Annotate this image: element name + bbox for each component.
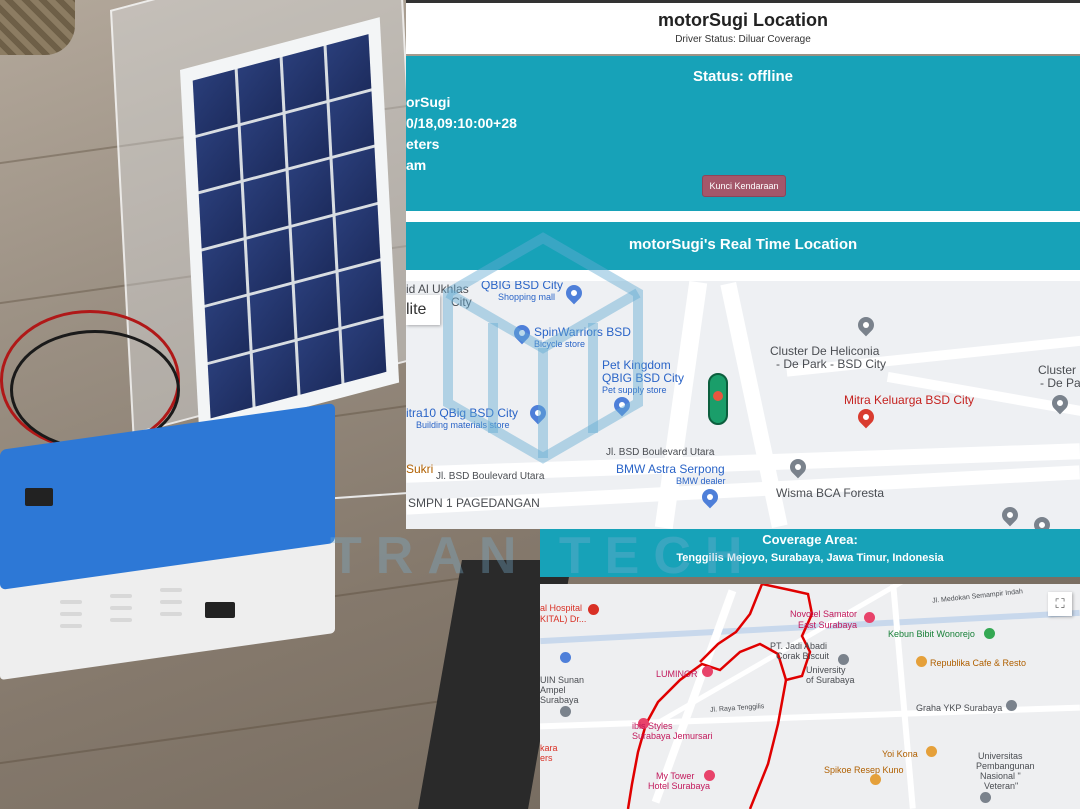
hospital-pin-icon[interactable] <box>588 604 599 615</box>
realtime-location-title: motorSugi's Real Time Location <box>406 222 1080 270</box>
solar-panel <box>180 17 400 436</box>
map-label: Kebun Bibit Wonorejo <box>888 629 975 639</box>
building-store-pin-icon[interactable] <box>526 401 550 425</box>
university-pin-icon[interactable] <box>560 706 571 717</box>
map-label: Spikoe Resep Kuno <box>824 765 904 775</box>
map-label: Surabaya Jemursari <box>632 731 713 741</box>
map-label: Surabaya <box>540 695 579 705</box>
cluster-pin-icon[interactable] <box>854 313 878 337</box>
tracking-webpage: motorSugi Location Driver Status: Diluar… <box>406 0 1080 809</box>
map-pin-icon[interactable] <box>1030 513 1054 529</box>
map-label: Pet supply store <box>602 385 667 395</box>
status-line-distance: eters <box>406 136 440 152</box>
map-label: QBIG BSD City <box>602 371 685 385</box>
hospital-pin-icon[interactable] <box>854 405 878 429</box>
transit-pin-icon[interactable] <box>560 652 571 663</box>
map-label: East Surabaya <box>798 620 858 630</box>
status-line-time: 0/18,09:10:00+28 <box>406 115 517 131</box>
status-line-speed: am <box>406 157 427 173</box>
bicycle-store-pin-icon[interactable] <box>510 321 534 345</box>
map-pin-icon[interactable] <box>998 503 1022 527</box>
power-switch <box>25 488 53 506</box>
coverage-location: Tenggilis Mejoyo, Surabaya, Jawa Timur, … <box>676 552 944 564</box>
map-label: KITAL) Dr... <box>540 614 587 624</box>
map-label: Building materials store <box>416 420 510 430</box>
shopping-pin-icon[interactable] <box>562 281 586 305</box>
map-label: Hotel Surabaya <box>648 781 711 791</box>
map-label: itra10 QBig BSD City <box>406 406 519 420</box>
map-label: BMW dealer <box>676 476 726 486</box>
map-label: SMPN 1 PAGEDANGAN <box>408 496 540 510</box>
map-label: ers <box>540 753 553 763</box>
satellite-toggle[interactable]: lite <box>406 295 440 325</box>
map-label: Veteran" <box>984 781 1019 791</box>
status-details: orSugi 0/18,09:10:00+28 eters am <box>406 92 517 176</box>
map-label: Corak Biscuit <box>776 651 830 661</box>
map-label: Mitra Keluarga BSD City <box>844 393 975 407</box>
usb-port <box>205 602 235 618</box>
vehicle-location-icon[interactable] <box>708 373 728 425</box>
map-label: Jl. BSD Boulevard Utara <box>606 447 715 458</box>
map-label: City <box>451 295 472 309</box>
status-panel: Status: offline orSugi 0/18,09:10:00+28 … <box>406 56 1080 211</box>
hotel-pin-icon[interactable] <box>702 666 713 677</box>
building-pin-icon[interactable] <box>1006 700 1017 711</box>
status-title: Status: offline <box>693 68 793 85</box>
map-label: Sukri <box>406 462 434 476</box>
status-line-device: orSugi <box>406 94 451 110</box>
fullscreen-button[interactable]: ⛶ <box>1048 592 1072 616</box>
pet-store-pin-icon[interactable] <box>610 393 634 417</box>
hotel-pin-icon[interactable] <box>864 612 875 623</box>
driver-status: Driver Status: Diluar Coverage <box>675 34 811 45</box>
page-header: motorSugi Location Driver Status: Diluar… <box>406 0 1080 54</box>
map-label: Jl. BSD Boulevard Utara <box>436 471 545 482</box>
lock-vehicle-button[interactable]: Kunci Kendaraan <box>702 175 786 197</box>
map-label: SpinWarriors BSD <box>534 325 631 339</box>
page-title: motorSugi Location <box>658 10 828 30</box>
coverage-panel: Coverage Area: Tenggilis Mejoyo, Surabay… <box>540 529 1080 577</box>
map-label: Yoi Kona <box>882 749 918 759</box>
basket <box>0 0 75 55</box>
coverage-title: Coverage Area: <box>762 532 858 547</box>
restaurant-pin-icon[interactable] <box>870 774 881 785</box>
map-label: Bicycle store <box>534 339 586 349</box>
realtime-map[interactable]: lite id Al Ukhlas City QBIG BSD City Sho… <box>406 281 1080 529</box>
map-label: - De Pa <box>1040 376 1080 390</box>
university-pin-icon[interactable] <box>980 792 991 803</box>
map-label: Wisma BCA Foresta <box>776 486 885 500</box>
map-label: Shopping mall <box>498 292 556 302</box>
map-label: of Surabaya <box>806 675 855 685</box>
hotel-pin-icon[interactable] <box>704 770 715 781</box>
cafe-pin-icon[interactable] <box>916 656 927 667</box>
map-label: - De Park - BSD City <box>776 357 887 371</box>
university-pin-icon[interactable] <box>838 654 849 665</box>
map-label: LUMINOR <box>656 669 698 679</box>
coverage-map[interactable]: ⛶ al Hospital KITAL) Dr... Novotel Samat… <box>540 584 1080 809</box>
map-label: Graha YKP Surabaya <box>916 703 1003 713</box>
park-pin-icon[interactable] <box>984 628 995 639</box>
map-label: QBIG BSD City <box>481 281 564 292</box>
map-label: BMW Astra Serpong <box>616 462 725 476</box>
restaurant-pin-icon[interactable] <box>926 746 937 757</box>
map-label: Republika Cafe & Resto <box>930 658 1027 668</box>
